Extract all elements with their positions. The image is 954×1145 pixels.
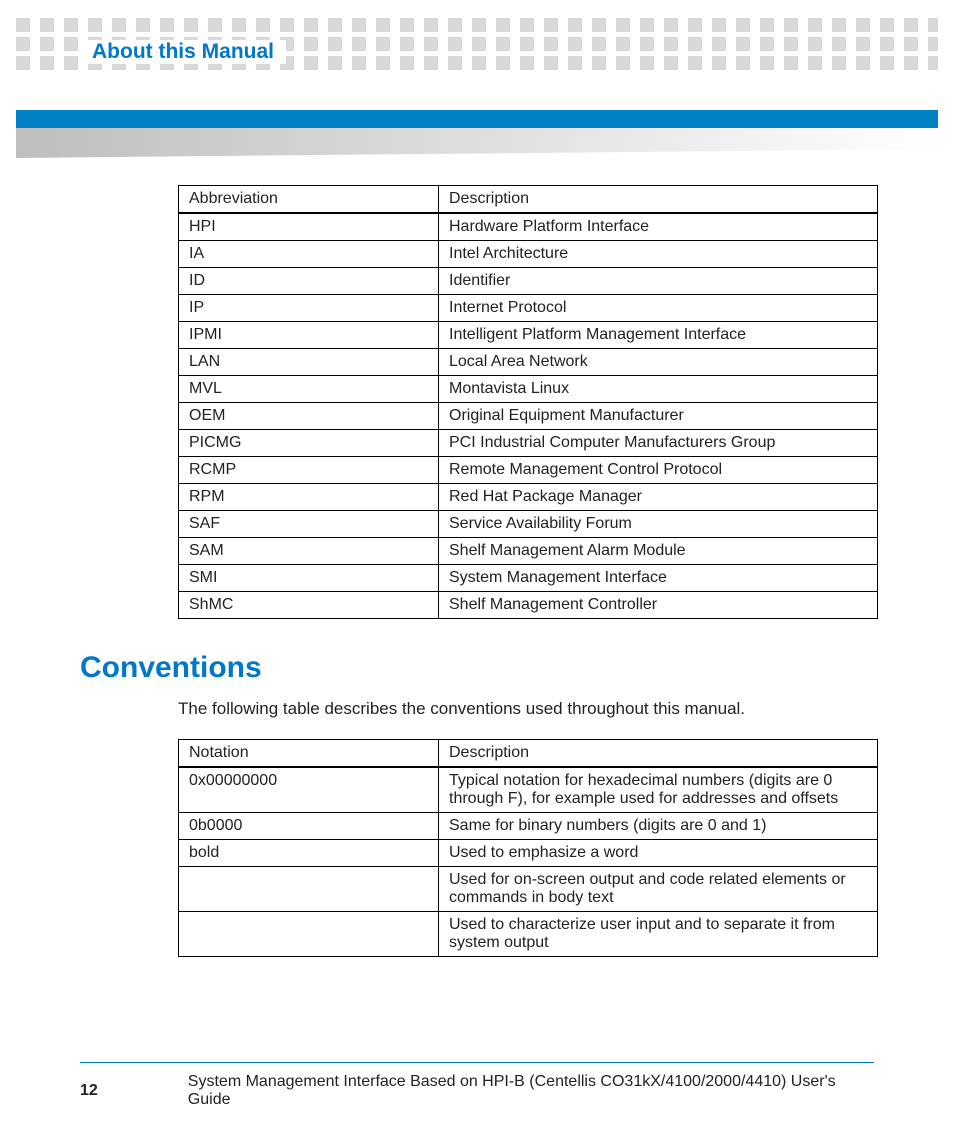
abbr-cell: SMI: [179, 565, 439, 592]
notation-cell: [179, 912, 439, 957]
desc-cell: Intel Architecture: [439, 241, 878, 268]
table-row: 0b0000Same for binary numbers (digits ar…: [179, 813, 878, 840]
header-blue-bar: [16, 110, 938, 128]
desc-cell: Remote Management Control Protocol: [439, 457, 878, 484]
table-row: SAMShelf Management Alarm Module: [179, 538, 878, 565]
table-row: RPM Red Hat Package Manager: [179, 484, 878, 511]
notation-col-header: Notation: [179, 740, 439, 768]
desc-cell: Hardware Platform Interface: [439, 213, 878, 241]
table-row: boldUsed to emphasize a word: [179, 840, 878, 867]
table-row: MVLMontavista Linux: [179, 376, 878, 403]
desc-cell: Used for on-screen output and code relat…: [439, 867, 878, 912]
desc-cell: Internet Protocol: [439, 295, 878, 322]
desc-cell: Typical notation for hexadecimal numbers…: [439, 767, 878, 813]
abbr-cell: PICMG: [179, 430, 439, 457]
abbr-cell: SAM: [179, 538, 439, 565]
desc-cell: Original Equipment Manufacturer: [439, 403, 878, 430]
notation-cell: 0x00000000: [179, 767, 439, 813]
abbr-cell: ID: [179, 268, 439, 295]
table-row: Used for on-screen output and code relat…: [179, 867, 878, 912]
abbr-cell: ShMC: [179, 592, 439, 619]
page-number: 12: [80, 1082, 98, 1100]
table-row: IDIdentifier: [179, 268, 878, 295]
desc-col-header: Description: [439, 186, 878, 214]
table-row: Used to characterize user input and to s…: [179, 912, 878, 957]
desc-cell: Shelf Management Alarm Module: [439, 538, 878, 565]
desc-col-header: Description: [439, 740, 878, 768]
table-row: RCMPRemote Management Control Protocol: [179, 457, 878, 484]
notation-cell: 0b0000: [179, 813, 439, 840]
page-header-title: About this Manual: [92, 40, 274, 63]
conventions-heading: Conventions: [80, 651, 874, 685]
abbr-cell: LAN: [179, 349, 439, 376]
header-gradient-bar: [16, 128, 938, 158]
table-row: OEMOriginal Equipment Manufacturer: [179, 403, 878, 430]
abbr-cell: OEM: [179, 403, 439, 430]
desc-cell: Red Hat Package Manager: [439, 484, 878, 511]
conventions-intro: The following table describes the conven…: [178, 699, 874, 719]
desc-cell: Montavista Linux: [439, 376, 878, 403]
abbr-cell: IP: [179, 295, 439, 322]
footer-guide-title: System Management Interface Based on HPI…: [188, 1073, 874, 1109]
table-row: ShMCShelf Management Controller: [179, 592, 878, 619]
abbr-cell: MVL: [179, 376, 439, 403]
abbr-cell: HPI: [179, 213, 439, 241]
desc-cell: Shelf Management Controller: [439, 592, 878, 619]
abbr-col-header: Abbreviation: [179, 186, 439, 214]
desc-cell: Intelligent Platform Management Interfac…: [439, 322, 878, 349]
desc-cell: PCI Industrial Computer Manufacturers Gr…: [439, 430, 878, 457]
table-row: 0x00000000Typical notation for hexadecim…: [179, 767, 878, 813]
page-content: Abbreviation Description HPIHardware Pla…: [80, 185, 874, 957]
table-row: SAFService Availability Forum: [179, 511, 878, 538]
table-row: PICMGPCI Industrial Computer Manufacture…: [179, 430, 878, 457]
desc-cell: Used to emphasize a word: [439, 840, 878, 867]
notation-cell: bold: [179, 840, 439, 867]
desc-cell: System Management Interface: [439, 565, 878, 592]
notation-cell: [179, 867, 439, 912]
abbr-cell: RCMP: [179, 457, 439, 484]
table-row: LANLocal Area Network: [179, 349, 878, 376]
abbreviations-table: Abbreviation Description HPIHardware Pla…: [178, 185, 878, 619]
table-row: IPInternet Protocol: [179, 295, 878, 322]
table-row: IAIntel Architecture: [179, 241, 878, 268]
table-row: SMISystem Management Interface: [179, 565, 878, 592]
table-row: IPMI Intelligent Platform Management Int…: [179, 322, 878, 349]
abbr-cell: SAF: [179, 511, 439, 538]
page-footer: 12 System Management Interface Based on …: [80, 1062, 874, 1109]
desc-cell: Identifier: [439, 268, 878, 295]
abbr-cell: IA: [179, 241, 439, 268]
table-row: HPIHardware Platform Interface: [179, 213, 878, 241]
desc-cell: Local Area Network: [439, 349, 878, 376]
table-header-row: Abbreviation Description: [179, 186, 878, 214]
desc-cell: Same for binary numbers (digits are 0 an…: [439, 813, 878, 840]
abbr-cell: RPM: [179, 484, 439, 511]
table-header-row: Notation Description: [179, 740, 878, 768]
desc-cell: Service Availability Forum: [439, 511, 878, 538]
conventions-table: Notation Description 0x00000000Typical n…: [178, 739, 878, 957]
header-title-wrap: About this Manual: [80, 40, 286, 64]
abbr-cell: IPMI: [179, 322, 439, 349]
desc-cell: Used to characterize user input and to s…: [439, 912, 878, 957]
